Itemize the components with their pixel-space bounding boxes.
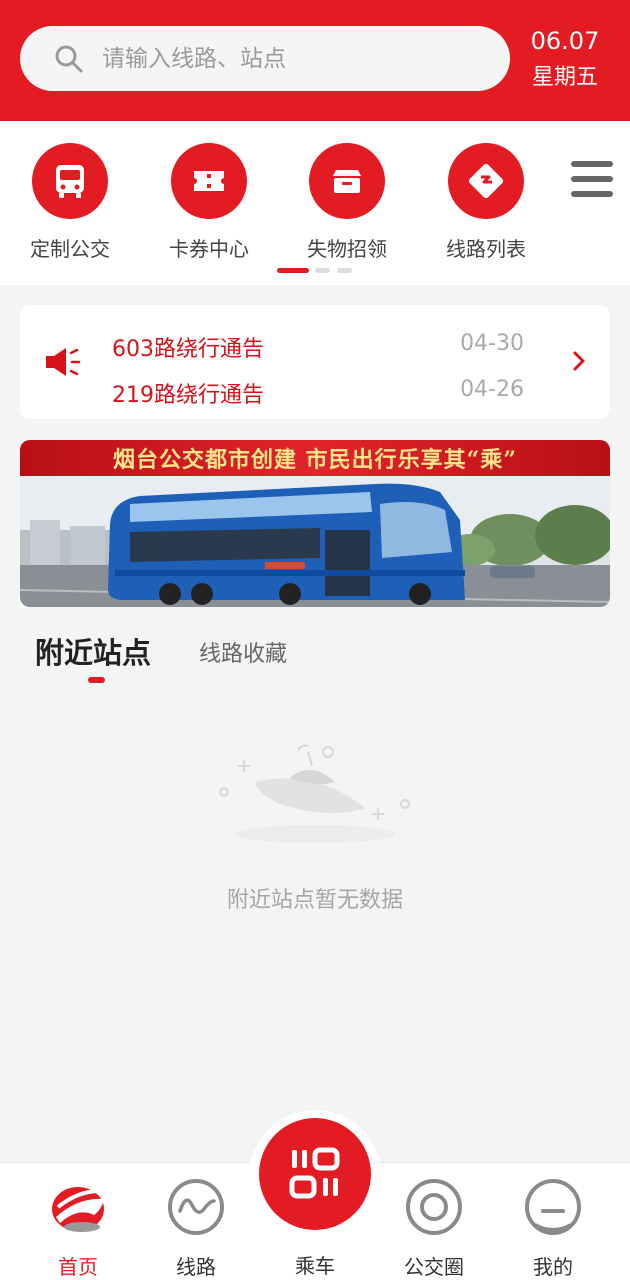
quick-item-label: 定制公交	[30, 237, 110, 261]
page-indicator-dot	[337, 268, 352, 273]
nav-item-profile[interactable]: 我的	[493, 1163, 613, 1280]
nav-label-routes: 线路	[176, 1255, 216, 1279]
search-box[interactable]	[20, 26, 510, 91]
promo-banner[interactable]: 烟台公交都市创建 市民出行乐享其“乘”	[20, 440, 610, 607]
nav-item-routes[interactable]: 线路	[136, 1163, 256, 1280]
header-bar: 06.07 星期五	[0, 0, 630, 121]
quick-item-custom-bus[interactable]: 定制公交	[0, 143, 140, 262]
profile-icon	[525, 1179, 581, 1235]
weekday-text: 星期五	[531, 65, 598, 90]
notice-date: 04-30	[460, 331, 524, 356]
notice-date: 04-26	[460, 377, 524, 402]
notice-card[interactable]: 603路绕行通告 04-30 219路绕行通告 04-26	[20, 305, 610, 419]
speaker-icon	[46, 348, 81, 376]
route-sign-icon	[448, 143, 524, 219]
ufo-empty-icon	[219, 744, 410, 843]
notice-item[interactable]: 219路绕行通告 04-26	[112, 371, 552, 411]
notice-item[interactable]: 603路绕行通告 04-30	[112, 325, 552, 365]
ride-button[interactable]	[259, 1118, 371, 1230]
route-icon	[168, 1179, 224, 1235]
notice-title: 603路绕行通告	[112, 337, 264, 362]
lost-found-box-icon	[309, 143, 385, 219]
quick-item-coupon-center[interactable]: 卡券中心	[139, 143, 279, 262]
date-display: 06.07 星期五	[520, 26, 610, 96]
nav-label-home: 首页	[58, 1255, 98, 1279]
search-icon	[55, 45, 83, 73]
circle-icon	[406, 1179, 462, 1235]
banner-slogan-strip: 烟台公交都市创建 市民出行乐享其“乘”	[20, 440, 610, 476]
quick-item-route-list[interactable]: 线路列表	[416, 143, 556, 262]
quick-item-label: 线路列表	[446, 237, 526, 261]
bus-icon	[32, 143, 108, 219]
nav-label-ride: 乘车	[295, 1254, 335, 1278]
notice-title: 219路绕行通告	[112, 383, 264, 408]
nav-item-bus-circle[interactable]: 公交圈	[374, 1163, 494, 1280]
quick-item-label: 卡券中心	[169, 237, 249, 261]
ticket-icon	[171, 143, 247, 219]
banner-slogan: 烟台公交都市创建 市民出行乐享其“乘”	[113, 447, 517, 473]
hamburger-menu-icon[interactable]	[571, 161, 613, 203]
nav-label-profile: 我的	[533, 1255, 573, 1279]
quick-item-lost-found[interactable]: 失物招领	[277, 143, 417, 262]
page-indicator	[277, 268, 357, 273]
date-text: 06.07	[530, 27, 600, 55]
home-logo-icon	[52, 1187, 104, 1232]
page-indicator-active	[277, 268, 309, 273]
page-indicator-dot	[315, 268, 330, 273]
nav-label-bus-circle: 公交圈	[404, 1255, 464, 1279]
tab-active-indicator	[88, 677, 105, 683]
empty-state-text: 附近站点暂无数据	[226, 888, 403, 913]
chevron-right-icon[interactable]	[570, 349, 588, 373]
ride-code-icon	[289, 1147, 340, 1199]
quick-menu: 定制公交 卡券中心 失物招领 线路列表	[0, 121, 630, 285]
tab-favorite-routes[interactable]: 线路收藏	[199, 636, 287, 668]
nav-item-home[interactable]: 首页	[18, 1163, 138, 1280]
search-input[interactable]	[102, 26, 492, 91]
quick-item-label: 失物招领	[307, 237, 387, 261]
tab-nearby-stations[interactable]: 附近站点	[35, 630, 151, 672]
